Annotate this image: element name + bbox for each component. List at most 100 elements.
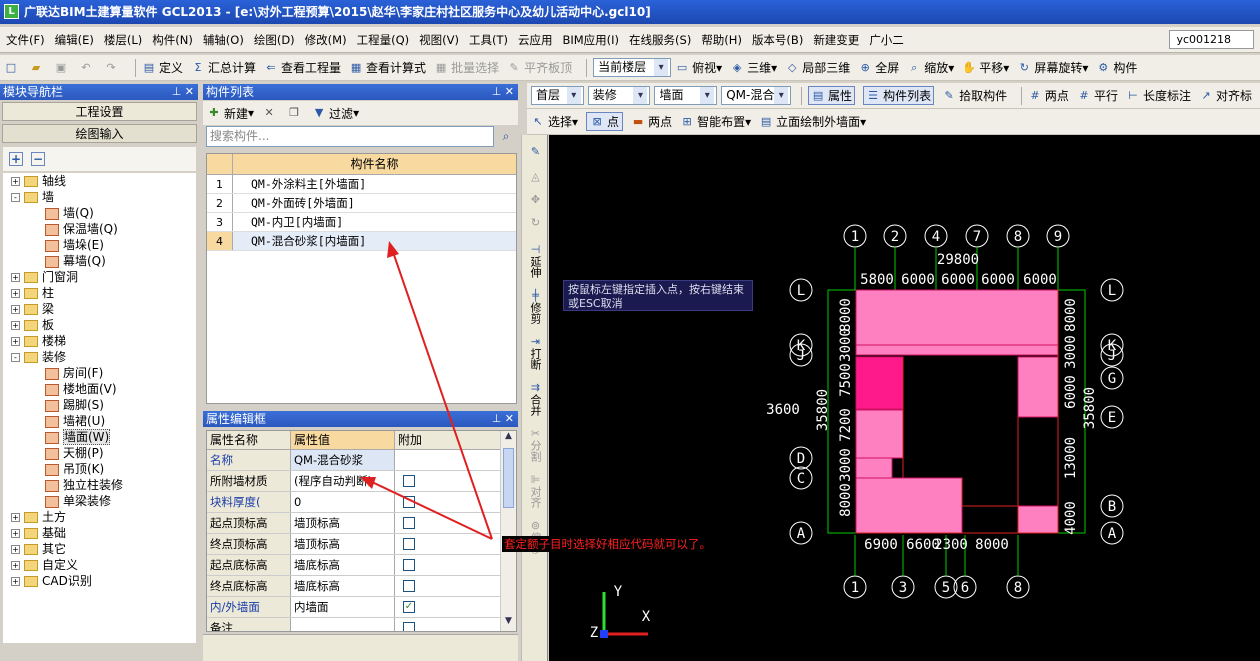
floor-combo[interactable]: 首层 xyxy=(531,86,584,105)
menu-item-1[interactable]: 编辑(E) xyxy=(55,32,94,48)
pick-component-button[interactable]: ✎ 拾取构件 xyxy=(942,87,1007,104)
brush-icon[interactable]: ✎ xyxy=(522,145,549,158)
property-row[interactable]: 起点底标高 墙底标高 xyxy=(207,555,516,576)
view-quantity-button[interactable]: ⇐ 查看工程量 xyxy=(264,59,341,76)
tree-item[interactable]: 独立柱装修 xyxy=(3,477,196,493)
expand-icon[interactable]: + xyxy=(11,305,20,314)
break-button[interactable]: ⇥ 打断 xyxy=(522,335,549,373)
delete-icon[interactable]: ✕ xyxy=(262,106,279,120)
property-row[interactable]: 名称 QM-混合砂浆 xyxy=(207,450,516,471)
menu-item-6[interactable]: 修改(M) xyxy=(305,32,347,48)
menu-item-4[interactable]: 辅轴(O) xyxy=(203,32,244,48)
3d-button[interactable]: ◈ 三维 ▾ xyxy=(730,59,777,76)
category-combo[interactable]: 装修 xyxy=(587,86,651,105)
table-row[interactable]: 1 QM-外涂料主[外墙面] xyxy=(207,175,516,194)
local-3d-button[interactable]: ◇ 局部三维 xyxy=(785,59,850,76)
menu-item-0[interactable]: 文件(F) xyxy=(6,32,45,48)
menu-item-2[interactable]: 楼层(L) xyxy=(104,32,142,48)
property-value[interactable]: (程序自动判断) xyxy=(291,471,395,491)
collapse-icon[interactable]: - xyxy=(11,193,20,202)
search-component-input[interactable]: 搜索构件... xyxy=(206,126,494,147)
subcategory-combo[interactable]: 墙面 xyxy=(654,86,718,105)
menu-item-12[interactable]: 在线服务(S) xyxy=(629,32,691,48)
tree-item[interactable]: + CAD识别 xyxy=(3,573,196,589)
expand-icon[interactable]: + xyxy=(11,545,20,554)
tree-item[interactable]: 单梁装修 xyxy=(3,493,196,509)
property-value[interactable]: 墙顶标高 xyxy=(291,534,395,554)
tree-item[interactable]: + 自定义 xyxy=(3,557,196,573)
extra-checkbox[interactable] xyxy=(403,496,415,508)
pan-button[interactable]: ✋ 平移 ▾ xyxy=(962,59,1009,76)
menu-item-10[interactable]: 云应用 xyxy=(518,32,553,48)
define-button[interactable]: ▤ 定义 xyxy=(142,59,183,76)
new-component-button[interactable]: ✚ 新建 ▾ xyxy=(207,105,254,122)
menu-item-8[interactable]: 视图(V) xyxy=(419,32,459,48)
tree-item[interactable]: 踢脚(S) xyxy=(3,397,196,413)
attribute-button[interactable]: ▤ 属性 xyxy=(808,86,856,105)
tree-item[interactable]: + 柱 xyxy=(3,285,196,301)
expand-all-icon[interactable]: + xyxy=(9,152,23,166)
zoom-button[interactable]: ⌕ 缩放 ▾ xyxy=(907,59,954,76)
expand-icon[interactable]: + xyxy=(11,289,20,298)
collapse-all-icon[interactable]: − xyxy=(31,152,45,166)
redo-button[interactable]: ↷ xyxy=(104,61,121,75)
property-row[interactable]: 终点顶标高 墙顶标高 xyxy=(207,534,516,555)
tree-item[interactable]: 墙面(W) xyxy=(3,429,196,445)
pin-icon[interactable]: ⊥ ✕ xyxy=(172,84,194,100)
move-icon[interactable]: ✥ xyxy=(522,193,549,206)
current-floor-combo[interactable]: 当前楼层 xyxy=(593,58,672,77)
extra-checkbox[interactable] xyxy=(403,475,415,487)
tree-item[interactable]: - 装修 xyxy=(3,349,196,365)
extra-checkbox[interactable] xyxy=(403,559,415,571)
menu-item-3[interactable]: 构件(N) xyxy=(152,32,193,48)
pin-icon[interactable]: ⊥ ✕ xyxy=(492,84,514,100)
drawing-input-button[interactable]: 绘图输入 xyxy=(2,124,197,143)
expand-icon[interactable]: + xyxy=(11,337,20,346)
property-row[interactable]: 块料厚度(0 xyxy=(207,492,516,513)
menu-item-5[interactable]: 绘图(D) xyxy=(254,32,295,48)
property-value[interactable]: 墙顶标高 xyxy=(291,513,395,533)
tree-item[interactable]: + 其它 xyxy=(3,541,196,557)
property-value[interactable]: 0 xyxy=(291,492,395,512)
menu-item-9[interactable]: 工具(T) xyxy=(469,32,508,48)
menu-item-7[interactable]: 工程量(Q) xyxy=(357,32,410,48)
tree-item[interactable]: 天棚(P) xyxy=(3,445,196,461)
tree-item[interactable]: + 板 xyxy=(3,317,196,333)
save-button[interactable]: ▣ xyxy=(54,61,71,75)
component-combo[interactable]: QM-混合砂 xyxy=(721,86,792,105)
property-row[interactable]: 所附墙材质 (程序自动判断) xyxy=(207,471,516,492)
expand-icon[interactable]: + xyxy=(11,513,20,522)
two-point-axis-button[interactable]: # 两点 xyxy=(1028,87,1069,104)
rotate-icon[interactable]: ↻ xyxy=(522,216,549,229)
top-view-button[interactable]: ▭ 俯视 ▾ xyxy=(675,59,722,76)
component-button[interactable]: ⚙ 构件 xyxy=(1096,59,1137,76)
fullscreen-button[interactable]: ⊕ 全屏 xyxy=(858,59,900,76)
new-file-button[interactable]: □ xyxy=(4,61,21,75)
extra-checkbox[interactable] xyxy=(403,517,415,529)
project-settings-button[interactable]: 工程设置 xyxy=(2,102,197,121)
undo-button[interactable]: ↶ xyxy=(79,61,96,75)
expand-icon[interactable]: + xyxy=(11,529,20,538)
menu-item-16[interactable]: 广小二 xyxy=(869,32,904,48)
mirror-icon[interactable]: ◬ xyxy=(522,170,549,183)
search-icon[interactable]: ⌕ xyxy=(496,126,516,147)
property-value[interactable] xyxy=(291,618,395,631)
tree-item[interactable]: + 轴线 xyxy=(3,173,196,189)
property-value[interactable]: 墙底标高 xyxy=(291,576,395,596)
extend-button[interactable]: ⊣ 延伸 xyxy=(522,243,549,281)
property-row[interactable]: 备注 xyxy=(207,618,516,631)
select-button[interactable]: ↖ 选择 ▾ xyxy=(531,113,578,130)
merge-button[interactable]: ⇉ 合并 xyxy=(522,381,549,419)
extra-checkbox[interactable] xyxy=(403,622,415,631)
property-value[interactable]: 墙底标高 xyxy=(291,555,395,575)
tree-item[interactable]: 墙裙(U) xyxy=(3,413,196,429)
component-list-button[interactable]: ☰ 构件列表 xyxy=(863,86,935,105)
tree-item[interactable]: + 基础 xyxy=(3,525,196,541)
expand-icon[interactable]: + xyxy=(11,561,20,570)
align-slab-button[interactable]: ✎ 平齐板顶 xyxy=(507,59,572,76)
expand-icon[interactable]: + xyxy=(11,273,20,282)
tree-item[interactable]: 房间(F) xyxy=(3,365,196,381)
smart-layout-button[interactable]: ⊞ 智能布置 ▾ xyxy=(680,113,751,130)
tree-item[interactable]: + 梁 xyxy=(3,301,196,317)
extra-checkbox[interactable]: ✓ xyxy=(403,601,415,613)
